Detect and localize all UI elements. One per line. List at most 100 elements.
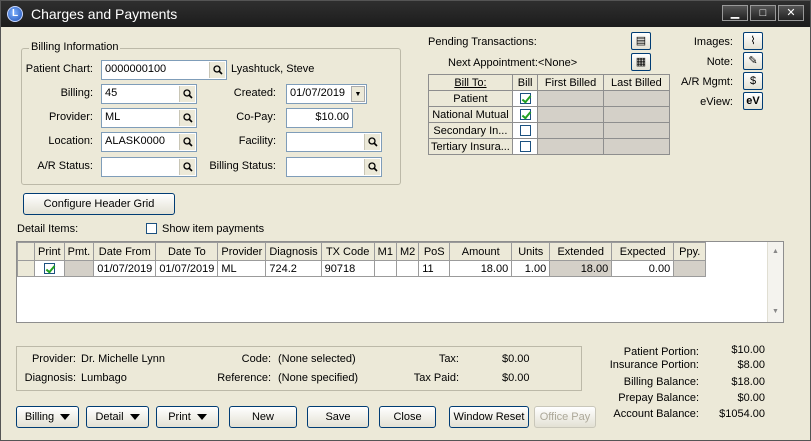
bill-checkbox-national-mutual[interactable] [511, 106, 539, 123]
cell-m2[interactable] [395, 260, 420, 277]
cell-expected[interactable]: 0.00 [611, 260, 675, 277]
show-item-payments-label: Show item payments [162, 223, 265, 235]
col-pos[interactable]: PoS [418, 242, 451, 261]
save-button[interactable]: Save [307, 406, 369, 428]
cell-provider[interactable]: ML [217, 260, 267, 277]
detail-menu-button[interactable]: Detail [86, 406, 149, 428]
insurance-portion-label: Insurance Portion: [609, 359, 699, 371]
detail-tax-paid-label: Tax Paid: [413, 372, 459, 384]
show-item-payments-checkbox[interactable] [146, 222, 157, 234]
copay-label: Co-Pay: [236, 111, 276, 123]
col-m1[interactable]: M1 [373, 242, 397, 261]
facility-search-icon[interactable] [364, 134, 380, 150]
close-button[interactable]: Close [379, 406, 436, 428]
billing-menu-button[interactable]: Billing [16, 406, 79, 428]
cell-tx-code[interactable]: 90718 [320, 260, 375, 277]
window-reset-button[interactable]: Window Reset [449, 406, 529, 428]
pending-transactions-button[interactable]: ▤ [631, 32, 651, 50]
col-pmt[interactable]: Pmt. [63, 242, 95, 261]
provider-search-icon[interactable] [179, 110, 195, 126]
detail-items-grid[interactable]: Print Pmt. Date From Date To Provider Di… [16, 241, 784, 323]
cell-date-from[interactable]: 01/07/2019 [93, 260, 157, 277]
first-billed-header: First Billed [537, 74, 604, 91]
col-ppy[interactable]: Ppy. [673, 242, 707, 261]
billing-label: Billing: [60, 87, 93, 99]
ar-status-search-icon[interactable] [179, 159, 195, 175]
detail-tax-value: $0.00 [502, 353, 530, 365]
billing-status-search-icon[interactable] [364, 159, 380, 175]
col-extended[interactable]: Extended [549, 242, 613, 261]
cell-units[interactable]: 1.00 [511, 260, 551, 277]
detail-code-label: Code: [241, 353, 271, 365]
patient-portion-value: $10.00 [731, 344, 765, 356]
last-billed-header: Last Billed [602, 74, 671, 91]
billing-status-label: Billing Status: [209, 160, 276, 172]
billing-field[interactable]: 45 [101, 84, 197, 104]
detail-reference-label: Reference: [217, 372, 271, 384]
col-print[interactable]: Print [34, 242, 65, 261]
col-amount[interactable]: Amount [449, 242, 513, 261]
vertical-scrollbar[interactable]: ▲ ▼ [767, 242, 783, 322]
col-units[interactable]: Units [511, 242, 551, 261]
bill-to-row-national-mutual[interactable]: National Mutual [428, 106, 671, 123]
bill-to-row-secondary[interactable]: Secondary In... [428, 122, 671, 139]
table-row[interactable]: 01/07/2019 01/07/2019 ML 724.2 90718 11 … [17, 260, 707, 277]
bill-to-name: Tertiary Insura... [428, 138, 513, 155]
office-pay-button: Office Pay [534, 406, 596, 428]
copay-field[interactable]: $10.00 [286, 108, 353, 128]
detail-tax-paid-value: $0.00 [502, 372, 530, 384]
billing-status-field[interactable] [286, 157, 382, 177]
col-m2[interactable]: M2 [395, 242, 420, 261]
ar-status-field[interactable] [101, 157, 197, 177]
location-search-icon[interactable] [179, 134, 195, 150]
location-field[interactable]: ALASK0000 [101, 132, 197, 152]
print-checkbox[interactable] [34, 260, 65, 277]
bill-to-row-tertiary[interactable]: Tertiary Insura... [428, 138, 671, 155]
col-provider[interactable]: Provider [217, 242, 267, 261]
cell-extended: 18.00 [549, 260, 613, 277]
provider-field[interactable]: ML [101, 108, 197, 128]
billing-search-icon[interactable] [179, 86, 195, 102]
bill-checkbox-secondary[interactable] [511, 122, 539, 139]
new-button[interactable]: New [229, 406, 297, 428]
patient-chart-field[interactable]: 0000000100 [101, 60, 227, 80]
calendar-icon: ▦ [635, 56, 647, 68]
row-selector[interactable] [17, 260, 35, 277]
facility-field[interactable] [286, 132, 382, 152]
col-date-to[interactable]: Date To [155, 242, 219, 261]
created-date-field[interactable]: 01/07/2019 ▼ [286, 84, 367, 104]
scroll-up-icon[interactable]: ▲ [772, 248, 779, 255]
col-date-from[interactable]: Date From [93, 242, 157, 261]
location-label: Location: [48, 135, 93, 147]
patient-chart-search-icon[interactable] [209, 62, 225, 78]
scroll-down-icon[interactable]: ▼ [772, 308, 779, 315]
images-button[interactable]: ⌇ [743, 32, 763, 50]
cell-amount[interactable]: 18.00 [449, 260, 513, 277]
note-button[interactable]: ✎ [743, 52, 763, 70]
cell-date-to[interactable]: 01/07/2019 [155, 260, 219, 277]
detail-diagnosis-value: Lumbago [81, 372, 127, 384]
minimize-button[interactable]: ▁ [722, 5, 748, 21]
col-tx-code[interactable]: TX Code [320, 242, 375, 261]
close-window-button[interactable]: ✕ [778, 5, 804, 21]
bill-to-row-patient[interactable]: Patient [428, 90, 671, 107]
cell-diagnosis[interactable]: 724.2 [265, 260, 322, 277]
chevron-down-icon [60, 414, 71, 421]
appointment-lookup-button[interactable]: ▦ [631, 53, 651, 71]
maximize-button[interactable]: □ [750, 5, 776, 21]
cell-pos[interactable]: 11 [418, 260, 451, 277]
created-dropdown-icon[interactable]: ▼ [351, 86, 365, 102]
bill-checkbox-tertiary[interactable] [511, 138, 539, 155]
eview-button[interactable]: eV [743, 92, 763, 110]
detail-items-label: Detail Items: [17, 223, 79, 235]
title-bar[interactable]: L Charges and Payments ▁ □ ✕ [1, 1, 810, 27]
provider-value: ML [105, 111, 121, 123]
col-diagnosis[interactable]: Diagnosis [265, 242, 322, 261]
billing-balance-value: $18.00 [731, 376, 765, 388]
col-expected[interactable]: Expected [611, 242, 675, 261]
configure-header-grid-button[interactable]: Configure Header Grid [23, 193, 175, 215]
cell-m1[interactable] [373, 260, 397, 277]
bill-checkbox-patient[interactable] [511, 90, 539, 107]
print-menu-button[interactable]: Print [156, 406, 219, 428]
ar-mgmt-button[interactable]: $ [743, 72, 763, 90]
